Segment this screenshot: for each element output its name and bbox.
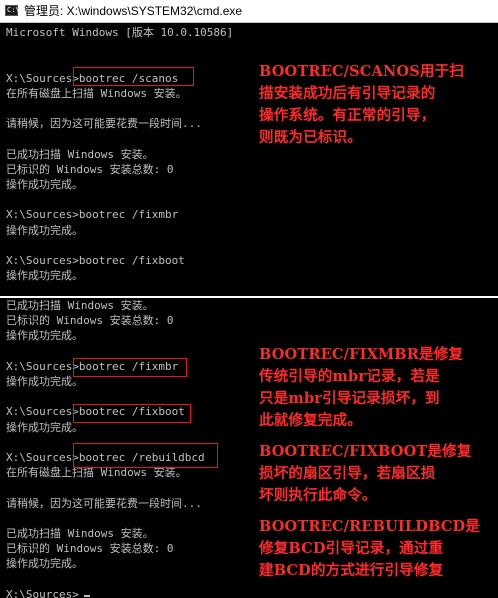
window-titlebar[interactable]: C:\ 管理员: X:\windows\SYSTEM32\cmd.exe [0,0,498,23]
console-line: 操作成功完成。 [6,269,83,283]
window-title: 管理员: X:\windows\SYSTEM32\cmd.exe [24,4,243,18]
console-line: 在所有磁盘上扫描 Windows 安装。 [6,86,187,100]
annotation-line: 只是mbr引导记录损坏，到 [259,390,440,407]
annotation-line: BOOTREC/REBUILDBCD是 [259,518,481,535]
annotation-line: BOOTREC/FIXMBR是修复 [259,346,464,363]
annotation-fixboot: BOOTREC/FIXBOOT是修复 损坏的扇区引导，若扇区损 坏则执行此命令。 [259,441,472,507]
annotation-line: 建BCD的方式进行引导修复 [259,562,444,579]
annotation-fixmbr: BOOTREC/FIXMBR是修复 传统引导的mbr记录，若是 只是mbr引导记… [259,344,463,432]
console-line: 操作成功完成。 [6,557,83,571]
console-line: X:\Sources>bootrec /fixboot [6,254,185,267]
text-cursor [84,595,90,597]
annotation-line: 传统引导的mbr记录，若是 [259,368,440,385]
annotation-line: 损坏的扇区引导，若扇区损 [259,465,436,482]
highlight-fixmbr-command [73,358,187,377]
console-line: 已标识的 Windows 安装总数: 0 [6,162,174,176]
console-line: 操作成功完成。 [6,329,83,343]
annotation-line: 修复BCD引导记录，通过重 [259,540,444,557]
annotation-line: 坏则执行此命令。 [259,487,377,504]
cmd-window-top[interactable]: C:\ 管理员: X:\windows\SYSTEM32\cmd.exe Mic… [0,0,498,296]
highlight-fixboot-command [73,404,191,423]
console-line: 在所有磁盘上扫描 Windows 安装。 [6,466,187,480]
annotation-line: 此就修复完成。 [259,412,362,429]
cmd-window-bottom[interactable]: 已成功扫描 Windows 安装。 已标识的 Windows 安装总数: 0 操作成… [0,298,498,598]
console-line: 已标识的 Windows 安装总数: 0 [6,542,174,556]
console-line: 操作成功完成。 [6,223,83,237]
annotation-line: 操作系统。有正常的引导， [259,107,436,124]
highlight-scanos-command [73,67,194,86]
console-line: 已标识的 Windows 安装总数: 0 [6,314,174,328]
annotation-line: 则既为已标识。 [259,129,362,146]
annotation-line: BOOTREC/FIXBOOT是修复 [259,443,472,460]
console-line: 操作成功完成。 [6,178,83,191]
console-line: X:\Sources>bootrec /fixmbr [6,208,179,222]
annotation-rebuildbcd: BOOTREC/REBUILDBCD是 修复BCD引导记录，通过重 建BCD的方… [259,516,480,582]
console-line: 已成功扫描 Windows 安装。 [6,299,154,312]
console-line: 请稍候，因为这可能要花费一段时间... [6,496,202,510]
console-line: 已成功扫描 Windows 安装。 [6,147,154,161]
annotation-line: 描安装成功后有引导记录的 [259,85,436,102]
console-line: 请稍候，因为这可能要花费一段时间... [6,117,202,131]
annotation-scanos: BOOTREC/SCANOS用于扫 描安装成功后有引导记录的 操作系统。有正常的… [259,61,464,149]
cmd-icon: C:\ [5,5,20,16]
console-line: 已成功扫描 Windows 安装。 [6,527,154,540]
annotation-line: BOOTREC/SCANOS用于扫 [259,63,465,80]
console-line: 操作成功完成。 [6,375,83,388]
console-line: X:\Sources> [6,587,79,598]
console-line: Microsoft Windows [版本 10.0.10586] [6,26,234,39]
console-line: 操作成功完成。 [6,420,83,434]
highlight-rebuildbcd-command [73,443,218,468]
